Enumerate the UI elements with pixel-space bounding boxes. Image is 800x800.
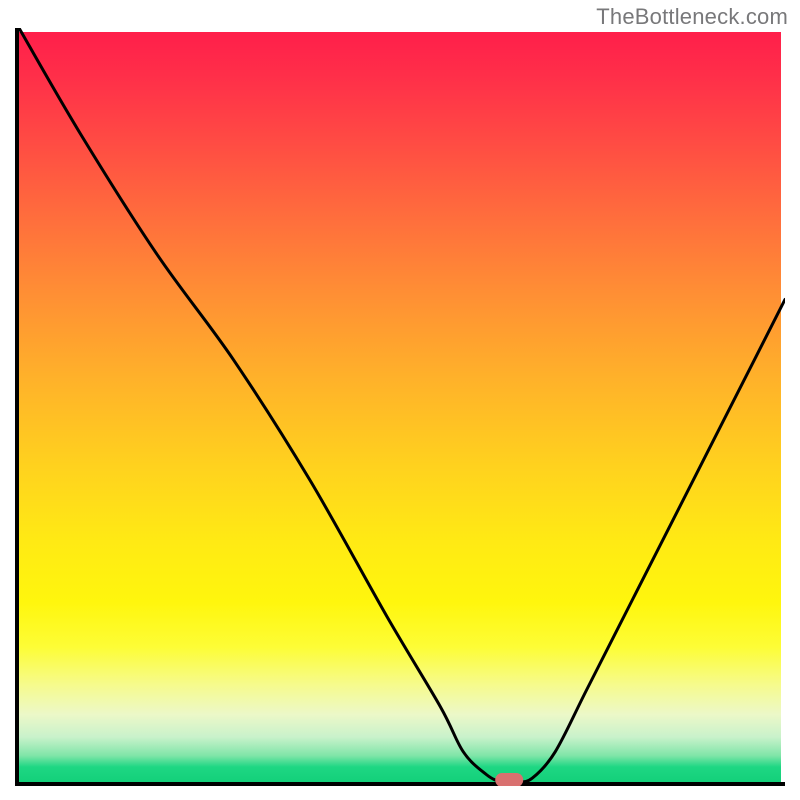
optimal-marker — [495, 773, 523, 786]
chart-frame — [15, 28, 785, 786]
chart-svg — [15, 28, 785, 786]
watermark-text: TheBottleneck.com — [596, 4, 788, 30]
bottleneck-curve — [19, 28, 785, 783]
